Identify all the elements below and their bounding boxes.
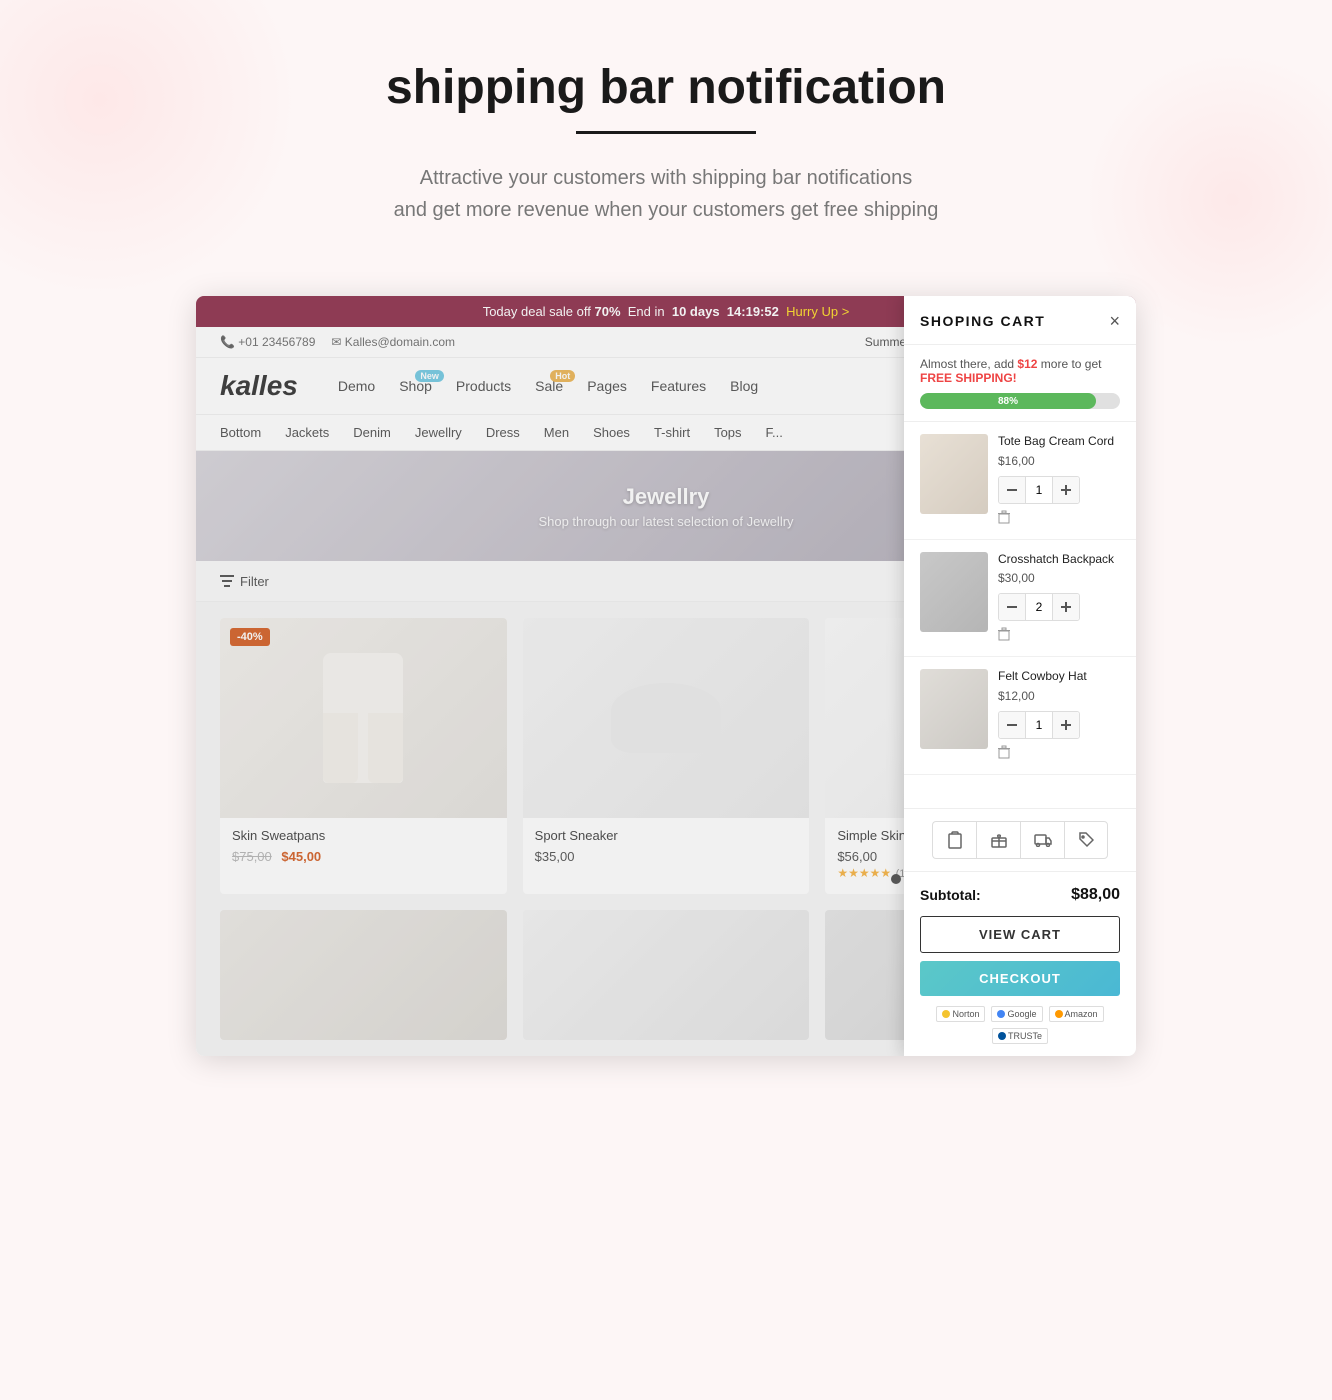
product-img-sneaker xyxy=(523,618,810,818)
cart-item-img-backpack xyxy=(920,552,988,632)
subtotal-amount: $88,00 xyxy=(1071,886,1120,904)
subtotal-label: Subtotal: xyxy=(920,887,981,903)
product-name-sweatpants: Skin Sweatpans xyxy=(232,828,495,843)
view-cart-button[interactable]: VIEW CART xyxy=(920,916,1120,953)
nav-item-features[interactable]: Features xyxy=(651,378,706,394)
product-name-sneaker: Sport Sneaker xyxy=(535,828,798,843)
cart-action-truck[interactable] xyxy=(1020,821,1064,859)
progress-fill: 88% xyxy=(920,393,1096,409)
cart-item-name-tote: Tote Bag Cream Cord xyxy=(998,434,1120,450)
hero-title: Jewellry xyxy=(623,484,710,510)
progress-bar: 88% xyxy=(920,393,1120,409)
cat-shoes[interactable]: Shoes xyxy=(593,425,630,440)
product-price-sweatpants: $75,00 $45,00 xyxy=(232,849,495,864)
cart-item-price-backpack: $30,00 xyxy=(998,571,1120,585)
cat-bottom[interactable]: Bottom xyxy=(220,425,261,440)
cat-tops[interactable]: Tops xyxy=(714,425,741,440)
cart-close-button[interactable]: × xyxy=(1109,312,1120,330)
qty-value-backpack: 2 xyxy=(1025,594,1053,620)
filter-button[interactable]: Filter xyxy=(220,574,269,589)
partial-product-1 xyxy=(220,910,507,1040)
filter-icon xyxy=(220,575,234,587)
qty-decrease-tote[interactable] xyxy=(999,477,1025,503)
cart-item-price-tote: $16,00 xyxy=(998,454,1120,468)
qty-control-hat: 1 xyxy=(998,711,1080,739)
store-logo[interactable]: kalles xyxy=(220,370,298,402)
qty-increase-hat[interactable] xyxy=(1053,712,1079,738)
qty-value-tote: 1 xyxy=(1025,477,1053,503)
cart-action-clipboard[interactable] xyxy=(932,821,976,859)
truste-badge: TRUSTe xyxy=(992,1028,1048,1044)
nav-item-pages[interactable]: Pages xyxy=(587,378,627,394)
nav-item-products[interactable]: Products xyxy=(456,378,511,394)
cart-item-tote: Tote Bag Cream Cord $16,00 1 xyxy=(904,422,1136,540)
shipping-text: Almost there, add $12 more to get FREE S… xyxy=(920,357,1120,385)
cart-items-list: Tote Bag Cream Cord $16,00 1 xyxy=(904,422,1136,808)
google-badge: Google xyxy=(991,1006,1042,1022)
cart-item-price-hat: $12,00 xyxy=(998,689,1120,703)
product-card-sweatpants[interactable]: -40% Skin Sweatpans $75,00 $45,00 xyxy=(220,618,507,894)
product-img-sweatpants xyxy=(220,618,507,818)
cart-footer: Subtotal: $88,00 VIEW CART CHECKOUT Nort… xyxy=(904,872,1136,1056)
store-mockup: Today deal sale off 70% End in 10 days 1… xyxy=(196,296,1136,1056)
cart-header: SHOPING CART × xyxy=(904,296,1136,345)
product-card-sneaker[interactable]: Sport Sneaker $35,00 xyxy=(523,618,810,894)
cat-jackets[interactable]: Jackets xyxy=(285,425,329,440)
cat-jewellry[interactable]: Jewellry xyxy=(415,425,462,440)
nav-item-sale[interactable]: Sale Hot xyxy=(535,378,563,394)
title-underline xyxy=(576,131,756,134)
product-price-sneaker: $35,00 xyxy=(535,849,798,864)
cart-item-img-tote xyxy=(920,434,988,514)
amazon-badge: Amazon xyxy=(1049,1006,1104,1022)
qty-value-hat: 1 xyxy=(1025,712,1053,738)
checkout-button[interactable]: CHECKOUT xyxy=(920,961,1120,996)
cart-action-gift[interactable] xyxy=(976,821,1020,859)
cat-more[interactable]: F... xyxy=(766,425,783,440)
page-subtitle: Attractive your customers with shipping … xyxy=(316,162,1016,226)
cart-item-hat: Felt Cowboy Hat $12,00 1 xyxy=(904,657,1136,775)
cart-item-backpack: Crosshatch Backpack $30,00 2 xyxy=(904,540,1136,658)
page-title: shipping bar notification xyxy=(20,60,1312,115)
shop-badge: New xyxy=(415,370,444,382)
trust-badges: Norton Google Amazon TRUSTe xyxy=(920,1006,1120,1044)
delete-hat[interactable] xyxy=(998,745,1120,762)
cart-item-name-backpack: Crosshatch Backpack xyxy=(998,552,1120,568)
nav-items: Demo Shop New Products Sale Hot Pages Fe… xyxy=(338,378,758,394)
qty-control-backpack: 2 xyxy=(998,593,1080,621)
cart-item-img-hat xyxy=(920,669,988,749)
nav-item-demo[interactable]: Demo xyxy=(338,378,375,394)
cat-tshirt[interactable]: T-shirt xyxy=(654,425,690,440)
shipping-bar: Almost there, add $12 more to get FREE S… xyxy=(904,345,1136,422)
delete-backpack[interactable] xyxy=(998,627,1120,644)
cart-actions xyxy=(904,808,1136,872)
qty-decrease-hat[interactable] xyxy=(999,712,1025,738)
phone-info: 📞 +01 23456789 xyxy=(220,335,315,349)
norton-badge: Norton xyxy=(936,1006,985,1022)
free-shipping-label: FREE SHIPPING! xyxy=(920,371,1017,385)
subtotal-row: Subtotal: $88,00 xyxy=(920,886,1120,904)
page-header: shipping bar notification Attractive you… xyxy=(0,0,1332,256)
sale-badge-sweatpants: -40% xyxy=(230,628,270,646)
cat-dress[interactable]: Dress xyxy=(486,425,520,440)
qty-increase-tote[interactable] xyxy=(1053,477,1079,503)
cat-men[interactable]: Men xyxy=(544,425,569,440)
cart-action-tag[interactable] xyxy=(1064,821,1108,859)
qty-increase-backpack[interactable] xyxy=(1053,594,1079,620)
qty-decrease-backpack[interactable] xyxy=(999,594,1025,620)
demo-wrapper: Today deal sale off 70% End in 10 days 1… xyxy=(196,296,1136,1056)
progress-label: 88% xyxy=(998,396,1018,407)
qty-control-tote: 1 xyxy=(998,476,1080,504)
partial-product-2 xyxy=(523,910,810,1040)
nav-item-blog[interactable]: Blog xyxy=(730,378,758,394)
email-info: ✉ Kalles@domain.com xyxy=(331,335,455,349)
cat-denim[interactable]: Denim xyxy=(353,425,391,440)
cart-panel: SHOPING CART × Almost there, add $12 mor… xyxy=(904,296,1136,1056)
hero-subtitle: Shop through our latest selection of Jew… xyxy=(538,514,793,529)
cart-title: SHOPING CART xyxy=(920,313,1045,329)
delete-tote[interactable] xyxy=(998,510,1120,527)
cart-item-name-hat: Felt Cowboy Hat xyxy=(998,669,1120,685)
shipping-amount: $12 xyxy=(1017,357,1037,371)
nav-item-shop[interactable]: Shop New xyxy=(399,378,432,394)
sale-badge: Hot xyxy=(550,370,575,382)
